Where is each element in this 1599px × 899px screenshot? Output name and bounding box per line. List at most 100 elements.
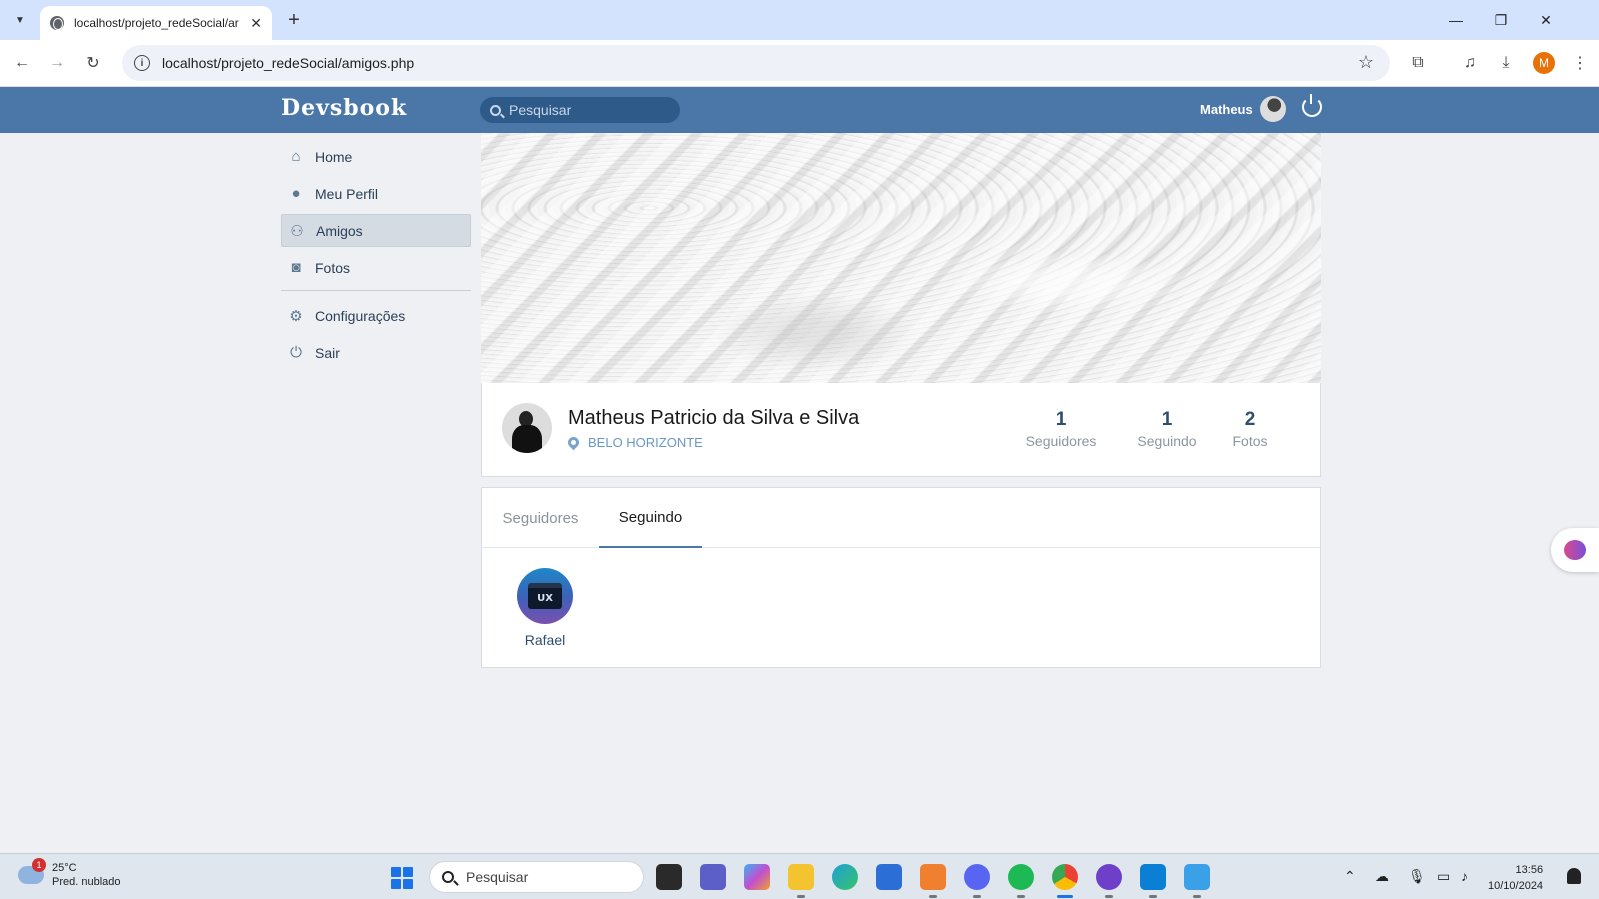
stat-label: Fotos bbox=[1232, 433, 1268, 449]
file-explorer-icon[interactable] bbox=[788, 864, 814, 898]
header-user-name[interactable]: Matheus bbox=[1200, 102, 1253, 117]
speaker-icon[interactable]: ♪ bbox=[1461, 868, 1468, 884]
brain-icon bbox=[1564, 540, 1586, 560]
store-icon[interactable] bbox=[876, 864, 902, 890]
browser-menu-icon[interactable]: ⋮ bbox=[1567, 50, 1593, 76]
assistant-extension-button[interactable] bbox=[1551, 528, 1599, 572]
download-icon[interactable]: ⤓ bbox=[1493, 50, 1519, 76]
back-arrow-icon[interactable]: ← bbox=[9, 50, 35, 76]
extensions-icon[interactable]: ⧉ bbox=[1405, 50, 1431, 76]
camera-icon: ◙ bbox=[291, 259, 301, 276]
network-icon[interactable]: ▭ bbox=[1437, 868, 1450, 885]
sidebar-item-label: Fotos bbox=[315, 259, 351, 276]
close-icon[interactable]: ✕ bbox=[250, 15, 262, 32]
friend-name[interactable]: Rafael bbox=[512, 632, 578, 648]
xampp-icon[interactable] bbox=[920, 864, 946, 898]
reload-icon[interactable]: ↻ bbox=[80, 50, 106, 76]
search-icon bbox=[442, 871, 454, 883]
sidebar-item-meu-perfil[interactable]: ● Meu Perfil bbox=[281, 177, 471, 210]
start-windows-icon[interactable] bbox=[391, 867, 413, 889]
sidebar-item-label: Amigos bbox=[316, 222, 363, 239]
stat-label: Seguindo bbox=[1137, 433, 1197, 449]
sidebar-item-label: Home bbox=[315, 148, 353, 165]
bookmark-star-icon[interactable]: ☆ bbox=[1358, 52, 1374, 73]
profile-name: Matheus Patricio da Silva e Silva bbox=[568, 407, 860, 429]
friend-avatar[interactable]: UX bbox=[517, 568, 573, 624]
tray-chevron-up-icon[interactable]: ⌃ bbox=[1344, 868, 1356, 885]
task-view-icon[interactable] bbox=[656, 864, 682, 890]
browser-tab-active[interactable]: localhost/projeto_redeSocial/ar ✕ bbox=[40, 6, 272, 40]
friend-item[interactable]: UX Rafael bbox=[512, 568, 578, 648]
sidebar-item-sair[interactable]: ⏻ Sair bbox=[281, 336, 471, 369]
stat-seguindo[interactable]: 1 Seguindo bbox=[1135, 409, 1199, 449]
clock-date: 10/10/2024 bbox=[1488, 880, 1544, 892]
profile-cover-image bbox=[481, 133, 1321, 383]
onedrive-offline-icon[interactable]: ☁ bbox=[1375, 868, 1389, 885]
github-desktop-icon[interactable] bbox=[1096, 864, 1122, 898]
microphone-icon[interactable]: 🎙 bbox=[1408, 868, 1426, 885]
stat-value: 1 bbox=[1161, 409, 1173, 430]
edge-icon[interactable] bbox=[832, 864, 858, 890]
system-clock[interactable]: 13:56 10/10/2024 bbox=[1488, 862, 1543, 894]
copilot-icon[interactable] bbox=[744, 864, 770, 890]
sidebar-item-configuracoes[interactable]: ⚙ Configurações bbox=[281, 299, 471, 332]
friends-tabs: Seguidores Seguindo bbox=[482, 488, 1320, 548]
discord-icon[interactable] bbox=[964, 864, 990, 898]
site-search-input[interactable] bbox=[509, 102, 669, 118]
new-tab-plus-icon[interactable]: + bbox=[282, 8, 306, 32]
vscode-icon[interactable] bbox=[1140, 864, 1166, 898]
tab-list-chevron-icon[interactable]: ▼ bbox=[8, 8, 32, 32]
browser-toolbar: ← → ↻ i localhost/projeto_redeSocial/ami… bbox=[0, 40, 1599, 87]
sidebar-divider bbox=[281, 290, 471, 291]
site-header: Devsbook Matheus bbox=[0, 87, 1599, 133]
chrome-icon[interactable] bbox=[1052, 864, 1078, 898]
browser-tabbar: ▼ localhost/projeto_redeSocial/ar ✕ + — … bbox=[0, 0, 1599, 40]
window-close-icon[interactable]: ✕ bbox=[1531, 8, 1561, 32]
weather-temp: 25°C bbox=[52, 862, 77, 874]
os-taskbar: 1 25°C Pred. nublado Pesquisar ⌃ ☁ 🎙 ▭ ♪… bbox=[0, 853, 1599, 899]
taskbar-search[interactable]: Pesquisar bbox=[429, 861, 644, 893]
profile-avatar[interactable] bbox=[502, 403, 552, 453]
stat-label: Seguidores bbox=[1025, 433, 1097, 449]
site-search-box[interactable] bbox=[480, 97, 680, 123]
friends-panel: Seguidores Seguindo UX Rafael bbox=[481, 487, 1321, 668]
search-icon bbox=[490, 104, 501, 116]
tab-title: localhost/projeto_redeSocial/ar bbox=[74, 16, 239, 30]
forward-arrow-icon[interactable]: → bbox=[44, 50, 70, 76]
stat-fotos[interactable]: 2 Fotos bbox=[1230, 409, 1270, 449]
power-icon: ⏻ bbox=[290, 344, 302, 361]
notepad-icon[interactable] bbox=[1184, 864, 1210, 898]
clock-time: 13:56 bbox=[1515, 864, 1544, 876]
globe-icon bbox=[50, 16, 64, 30]
sidebar-item-label: Configurações bbox=[315, 307, 406, 324]
browser-profile-avatar[interactable]: M bbox=[1533, 52, 1555, 74]
teams-icon[interactable] bbox=[700, 864, 726, 890]
header-user-avatar[interactable] bbox=[1260, 96, 1286, 122]
sidebar-item-label: Sair bbox=[315, 344, 340, 361]
sidebar-item-home[interactable]: ⌂ Home bbox=[281, 140, 471, 173]
home-icon: ⌂ bbox=[291, 148, 301, 165]
site-logo[interactable]: Devsbook bbox=[281, 95, 407, 121]
user-icon: ● bbox=[291, 185, 301, 202]
stat-value: 2 bbox=[1244, 409, 1256, 430]
notification-bell-icon[interactable] bbox=[1567, 868, 1581, 884]
address-url[interactable]: localhost/projeto_redeSocial/amigos.php bbox=[162, 55, 414, 71]
ux-monitor-icon: UX bbox=[528, 583, 562, 609]
sidebar-item-fotos[interactable]: ◙ Fotos bbox=[281, 251, 471, 284]
sidebar-item-amigos[interactable]: ⚇ Amigos bbox=[281, 214, 471, 247]
friends-icon: ⚇ bbox=[290, 222, 304, 240]
media-control-icon[interactable]: ♫ bbox=[1457, 50, 1483, 76]
minimize-icon[interactable]: — bbox=[1441, 8, 1471, 32]
tab-seguindo[interactable]: Seguindo bbox=[599, 488, 702, 548]
logout-power-icon[interactable] bbox=[1302, 94, 1322, 117]
cloud-icon: 1 bbox=[18, 858, 46, 884]
site-info-icon[interactable]: i bbox=[134, 55, 150, 71]
spotify-icon[interactable] bbox=[1008, 864, 1034, 898]
restore-icon[interactable]: ❐ bbox=[1486, 8, 1516, 32]
stat-seguidores[interactable]: 1 Seguidores bbox=[1025, 409, 1097, 449]
tab-seguidores[interactable]: Seguidores bbox=[482, 488, 599, 548]
address-bar[interactable]: i localhost/projeto_redeSocial/amigos.ph… bbox=[122, 45, 1390, 81]
sidebar-nav: ⌂ Home ● Meu Perfil ⚇ Amigos ◙ Fotos ⚙ C… bbox=[281, 140, 471, 373]
taskbar-search-label: Pesquisar bbox=[466, 869, 529, 885]
weather-widget[interactable]: 1 25°C Pred. nublado bbox=[18, 858, 121, 889]
